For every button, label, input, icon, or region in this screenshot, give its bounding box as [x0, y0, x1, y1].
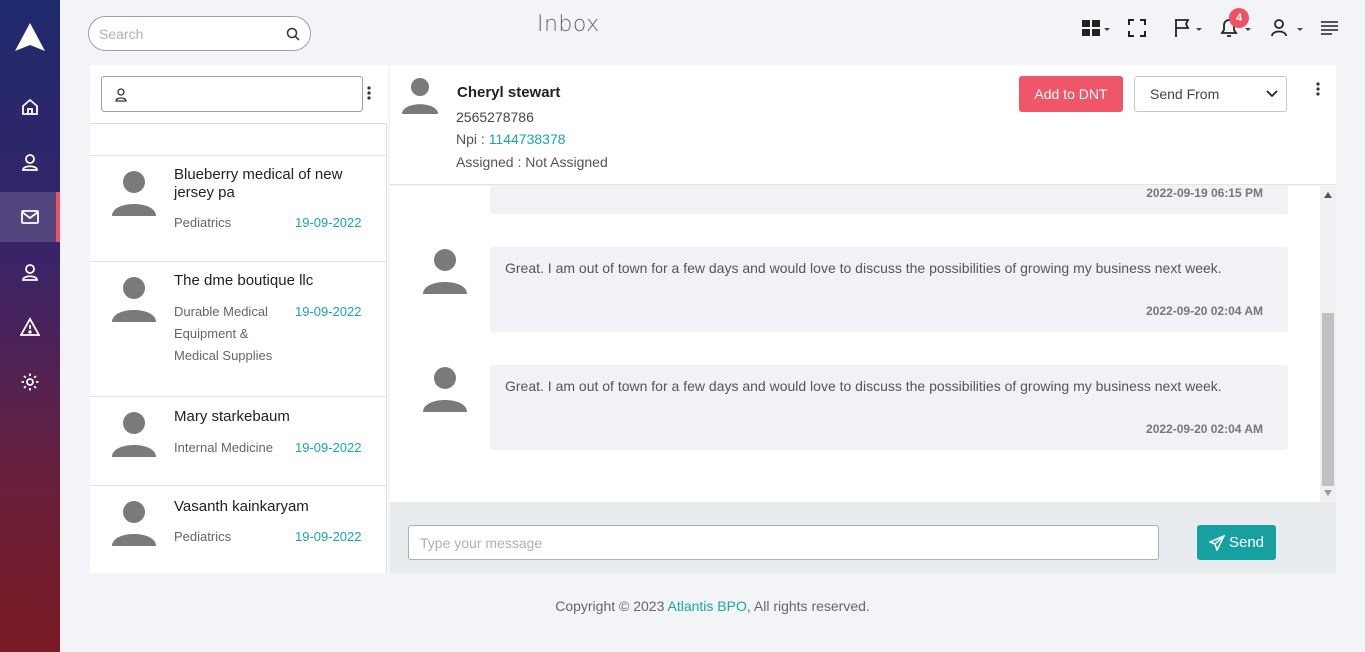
avatar-icon: [402, 78, 438, 114]
message-time: 2022-09-20 02:04 AM: [1146, 422, 1263, 436]
message-input[interactable]: [408, 525, 1159, 560]
message-time: 2022-09-20 02:04 AM: [1146, 304, 1263, 318]
chat-contact-npi: Npi : 1144738378: [456, 131, 566, 147]
message-bubble: 2022-09-19 06:15 PM: [490, 186, 1288, 214]
user-icon: [22, 154, 38, 171]
footer-copyright: Copyright © 2023: [555, 598, 668, 614]
avatar-icon: [423, 249, 467, 294]
footer-rights: , All rights reserved.: [746, 598, 870, 614]
mail-icon: [21, 210, 39, 224]
message-scrollbar[interactable]: [1320, 186, 1336, 502]
gear-icon: [21, 373, 39, 391]
scroll-down-icon[interactable]: [1324, 490, 1332, 496]
scroll-up-icon[interactable]: [1324, 192, 1332, 198]
search-icon[interactable]: [286, 27, 300, 41]
contact-date: 19-09-2022: [295, 529, 362, 544]
user-icon: [115, 88, 127, 102]
avatar-icon: [423, 367, 467, 412]
npi-value[interactable]: 1144738378: [489, 131, 566, 147]
chat-contact-phone: 2565278786: [456, 109, 534, 125]
send-button[interactable]: Send: [1197, 525, 1276, 560]
contact-date: 19-09-2022: [295, 215, 362, 230]
list-item[interactable]: Vasanth kainkaryam Pediatrics 19-09-2022: [90, 486, 386, 573]
message-thread: 2022-09-19 06:15 PM Great. I am out of t…: [390, 186, 1336, 502]
contact-name: Blueberry medical of new jersey pa: [174, 166, 343, 201]
contact-date: 19-09-2022: [295, 440, 362, 455]
user-icon: [22, 264, 38, 281]
contact-list-panel: Blueberry medical of new jersey pa Pedia…: [90, 65, 388, 573]
message-bubble: Great. I am out of town for a few days a…: [490, 365, 1288, 450]
add-to-dnt-button[interactable]: Add to DNT: [1019, 76, 1123, 112]
contact-name: Mary starkebaum: [174, 408, 290, 425]
footer: Copyright © 2023 Atlantis BPO, All right…: [0, 598, 1365, 614]
global-search[interactable]: [88, 16, 311, 51]
send-icon: [1208, 534, 1225, 551]
message-text: Great. I am out of town for a few days a…: [505, 260, 1222, 276]
contact-name: The dme boutique llc: [174, 272, 314, 289]
sidebar-item-settings[interactable]: [0, 357, 60, 407]
sidebar: [0, 0, 60, 652]
chevron-down-icon: [1266, 90, 1278, 98]
contact-specialty: Internal Medicine: [174, 440, 273, 455]
scroll-thumb[interactable]: [1322, 313, 1334, 486]
sidebar-item-home[interactable]: [0, 82, 60, 132]
sidebar-item-alerts[interactable]: [0, 302, 60, 352]
sidebar-item-users[interactable]: [0, 247, 60, 297]
footer-brand-link[interactable]: Atlantis BPO: [667, 598, 746, 614]
avatar-icon: [112, 501, 156, 546]
send-from-value: Send From: [1150, 86, 1220, 102]
npi-label: Npi :: [456, 131, 489, 147]
compose-bar: Send: [390, 502, 1336, 573]
user-menu-icon[interactable]: [1269, 17, 1305, 39]
fullscreen-icon[interactable]: [1127, 18, 1147, 38]
chat-header: Cheryl stewart 2565278786 Npi : 11447383…: [390, 65, 1336, 185]
avatar-icon: [112, 277, 156, 322]
contact-specialty: Pediatrics: [174, 529, 232, 544]
avatar-icon: [112, 171, 156, 216]
flag-icon[interactable]: [1173, 17, 1205, 39]
message-text: Great. I am out of town for a few days a…: [505, 378, 1222, 394]
contact-specialty: Durable Medical Equipment & Medical Supp…: [174, 304, 273, 363]
home-icon: [22, 98, 38, 115]
message-bubble: Great. I am out of town for a few days a…: [490, 247, 1288, 332]
search-input[interactable]: [99, 25, 286, 42]
warning-icon: [20, 317, 40, 336]
send-from-select[interactable]: Send From: [1134, 76, 1287, 112]
chat-assigned-status: Assigned : Not Assigned: [456, 154, 608, 170]
chat-contact-name: Cheryl stewart: [457, 84, 561, 101]
sidebar-item-inbox[interactable]: [0, 192, 60, 242]
kebab-menu-icon[interactable]: [366, 85, 372, 101]
apps-grid-icon[interactable]: [1082, 20, 1112, 38]
contact-date: 19-09-2022: [295, 304, 362, 319]
logo-icon: [15, 23, 45, 51]
list-item[interactable]: The dme boutique llc Durable Medical Equ…: [90, 262, 386, 397]
menu-icon[interactable]: [1320, 20, 1339, 36]
avatar-icon: [112, 412, 156, 457]
send-label: Send: [1228, 534, 1265, 551]
message-time: 2022-09-19 06:15 PM: [1146, 186, 1263, 200]
contact-list: Blueberry medical of new jersey pa Pedia…: [90, 123, 387, 573]
contact-specialty: Pediatrics: [174, 215, 232, 230]
contact-name: Vasanth kainkaryam: [174, 498, 309, 515]
kebab-menu-icon[interactable]: [1315, 81, 1321, 97]
contact-search-field[interactable]: [101, 76, 363, 112]
sidebar-item-contacts[interactable]: [0, 137, 60, 187]
list-item[interactable]: Blueberry medical of new jersey pa Pedia…: [90, 156, 386, 262]
list-item[interactable]: [90, 124, 386, 156]
page-title: Inbox: [537, 12, 600, 37]
notification-badge: 4: [1229, 8, 1249, 28]
list-item[interactable]: Mary starkebaum Internal Medicine 19-09-…: [90, 397, 386, 486]
